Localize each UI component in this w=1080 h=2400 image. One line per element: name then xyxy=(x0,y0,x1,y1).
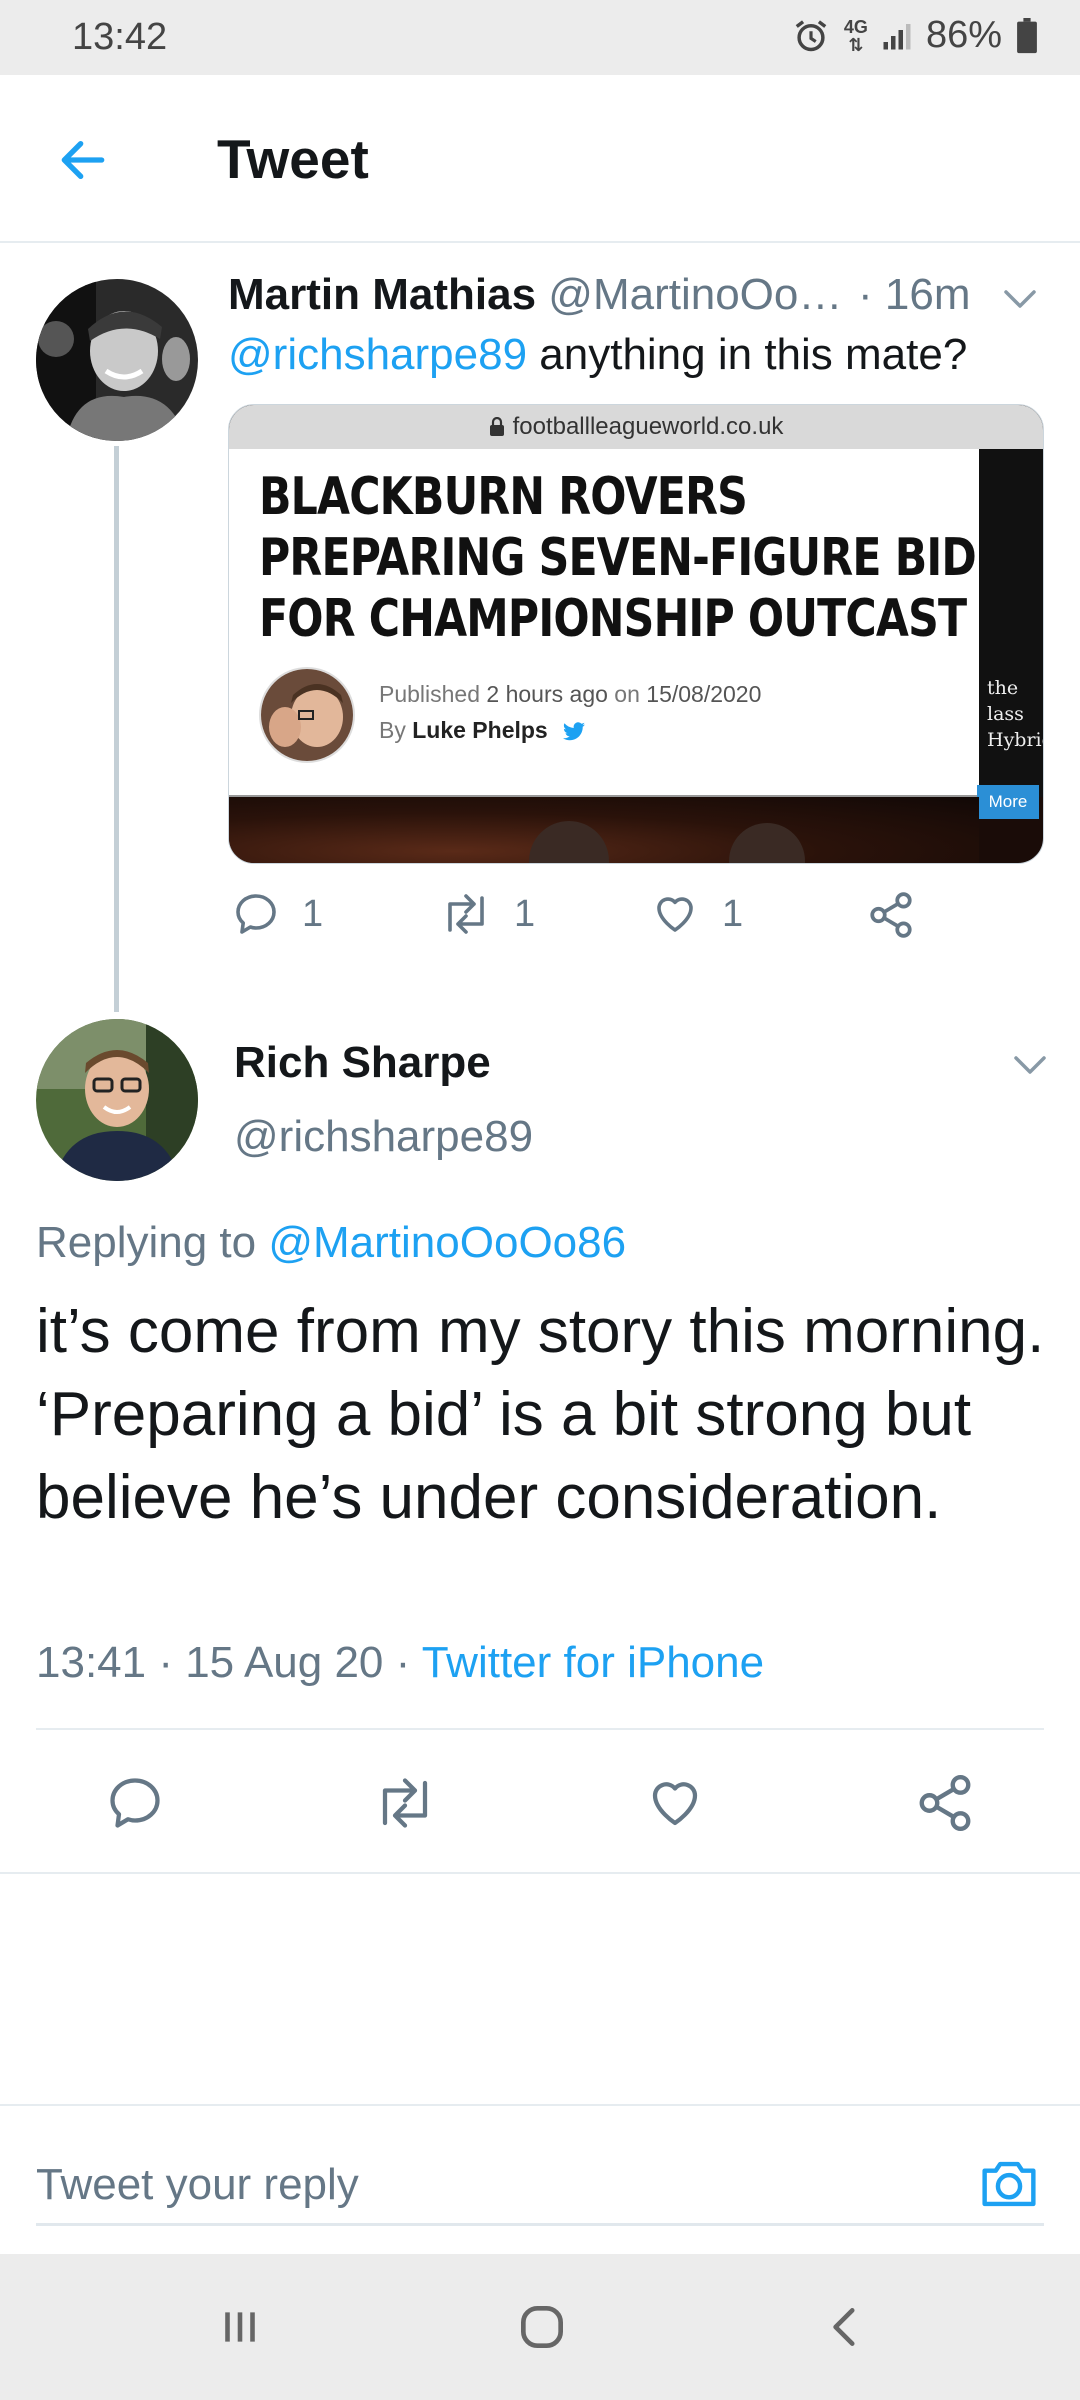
like-count: 1 xyxy=(722,892,744,935)
tweet1-time: · 16m xyxy=(858,270,971,319)
thread-line xyxy=(114,446,119,1012)
tweet1-author-handle[interactable]: @MartinoOo… xyxy=(548,270,842,319)
recent-apps-button[interactable] xyxy=(200,2292,280,2362)
card-published-ago: 2 hours ago xyxy=(486,681,608,707)
arrow-left-icon xyxy=(61,140,105,180)
card-published-on: on xyxy=(607,681,647,707)
card-author-name: Luke Phelps xyxy=(412,717,548,743)
like-button[interactable] xyxy=(640,1768,710,1838)
tweet2-actions xyxy=(0,1768,1080,1838)
card-side-line3: Hybrid. xyxy=(987,729,1043,751)
signal-icon xyxy=(882,21,912,51)
camera-icon xyxy=(982,2161,1036,2207)
tweet1-text-body: anything in this mate? xyxy=(527,330,968,379)
share-icon xyxy=(870,892,912,938)
battery-level: 86% xyxy=(925,14,1002,56)
heart-icon xyxy=(657,897,693,932)
avatar-rich[interactable] xyxy=(36,1019,198,1181)
chevron-down-icon[interactable] xyxy=(1010,1052,1050,1080)
alarm-icon xyxy=(792,17,830,55)
card-headline-line3: FOR CHAMPIONSHIP OUTCAST xyxy=(259,589,967,649)
status-bar: 13:42 4G ⇅ 86% xyxy=(0,0,1080,75)
card-byline: By Luke Phelps xyxy=(379,717,586,744)
share-button[interactable] xyxy=(866,890,916,940)
card-side-text: the lass Hybrid. xyxy=(987,675,1043,753)
chevron-down-icon[interactable] xyxy=(1000,286,1040,314)
reply-icon xyxy=(236,894,276,934)
retweet-icon xyxy=(382,1778,428,1828)
heart-icon xyxy=(652,1782,698,1826)
status-time: 13:42 xyxy=(72,16,168,58)
tweet1-text: @richsharpe89 anything in this mate? xyxy=(228,330,967,380)
replying-handle[interactable]: @MartinoOoOo86 xyxy=(268,1218,626,1267)
retweet-count: 1 xyxy=(514,892,536,935)
status-icons: 4G ⇅ 86% xyxy=(792,14,1038,57)
card-headline-line2: PREPARING SEVEN-FIGURE BID xyxy=(259,528,977,588)
card-headline: BLACKBURN ROVERS PREPARING SEVEN-FIGURE … xyxy=(259,467,977,650)
twitter-bird-icon xyxy=(563,722,586,741)
chevron-left-icon xyxy=(833,2308,855,2346)
card-headline-line1: BLACKBURN ROVERS xyxy=(259,467,748,527)
replying-to: Replying to @MartinoOoOo86 xyxy=(36,1218,626,1268)
tweet2-timestamp: 13:41 · 15 Aug 20 · xyxy=(36,1638,422,1687)
reply-icon xyxy=(110,1778,160,1828)
tweet2-author-handle[interactable]: @richsharpe89 xyxy=(234,1112,533,1162)
link-card[interactable]: footballleagueworld.co.uk BLACKBURN ROVE… xyxy=(228,404,1044,864)
camera-button[interactable] xyxy=(974,2152,1044,2216)
card-by-prefix: By xyxy=(379,717,413,743)
card-more-button: More xyxy=(977,785,1039,819)
tweet2-meta: 13:41 · 15 Aug 20 · Twitter for iPhone xyxy=(36,1638,764,1688)
tweet1-mention[interactable]: @richsharpe89 xyxy=(228,330,527,379)
card-side-line2: lass xyxy=(987,703,1024,725)
retweet-button[interactable]: 1 xyxy=(440,890,535,938)
retweet-button[interactable] xyxy=(370,1768,440,1838)
card-article: BLACKBURN ROVERS PREPARING SEVEN-FIGURE … xyxy=(229,449,979,797)
avatar-martin[interactable] xyxy=(36,279,198,441)
card-author-avatar xyxy=(259,667,355,763)
retweet-icon xyxy=(448,894,484,934)
replying-label: Replying to xyxy=(36,1218,269,1267)
recent-apps-icon xyxy=(225,2312,255,2342)
share-icon xyxy=(919,1774,971,1832)
card-side-line1: the xyxy=(987,677,1019,699)
network-4g-icon: 4G ⇅ xyxy=(843,16,868,55)
lock-icon xyxy=(489,417,504,436)
reply-button[interactable] xyxy=(100,1768,170,1838)
card-photo xyxy=(229,797,979,863)
card-url-bar: footballleagueworld.co.uk xyxy=(229,405,1043,449)
like-button[interactable]: 1 xyxy=(650,890,743,938)
tweet2-body: it’s come from my story this morning. ‘P… xyxy=(36,1297,1045,1532)
share-button[interactable] xyxy=(910,1768,980,1838)
tweet2-author-name[interactable]: Rich Sharpe xyxy=(234,1038,491,1088)
card-side-panel: the lass Hybrid. xyxy=(979,449,1043,797)
card-published: Published 2 hours ago on 15/08/2020 xyxy=(379,681,761,708)
page-title: Tweet xyxy=(217,128,369,190)
divider xyxy=(36,1728,1044,1730)
tweet1-header: Martin Mathias @MartinoOo… · 16m xyxy=(228,270,1048,330)
tweet1-author-name[interactable]: Martin Mathias xyxy=(228,270,536,319)
network-label: 4G xyxy=(843,16,868,37)
reply-button[interactable]: 1 xyxy=(232,890,323,938)
tweet2-source[interactable]: Twitter for iPhone xyxy=(422,1638,764,1687)
home-icon xyxy=(521,2306,563,2348)
card-published-prefix: Published xyxy=(379,681,487,707)
reply-count: 1 xyxy=(302,892,324,935)
tweet1-actions: 1 1 1 xyxy=(228,890,928,950)
reply-input[interactable] xyxy=(36,2146,1044,2226)
battery-icon xyxy=(1016,17,1038,54)
system-nav-bar xyxy=(0,2254,1080,2400)
divider xyxy=(0,1872,1080,1874)
home-button[interactable] xyxy=(502,2292,582,2362)
app-header: Tweet xyxy=(0,75,1080,243)
back-button[interactable] xyxy=(48,125,118,195)
card-published-date: 15/08/2020 xyxy=(646,681,762,707)
back-nav-button[interactable] xyxy=(806,2292,886,2362)
card-domain: footballleagueworld.co.uk xyxy=(512,413,784,440)
reply-bar xyxy=(0,2104,1080,2254)
